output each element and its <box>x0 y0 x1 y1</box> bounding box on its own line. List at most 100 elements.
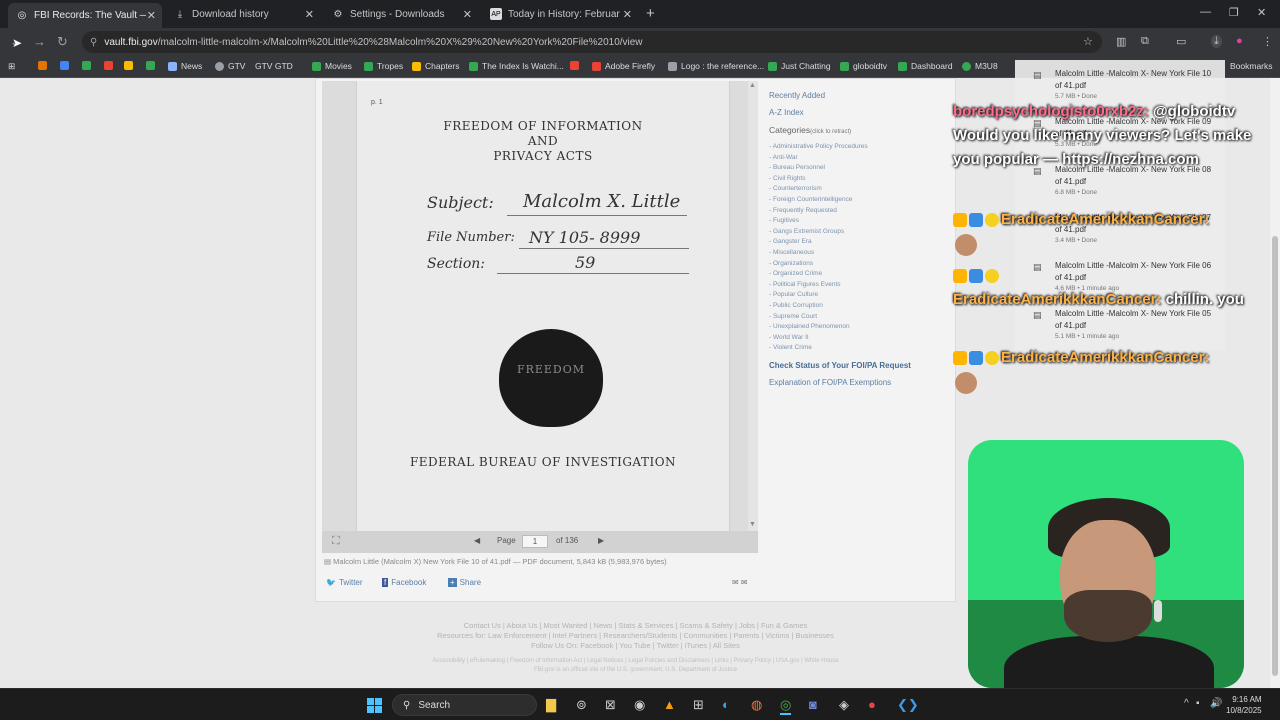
document-info[interactable]: ▤ Malcolm Little (Malcolm X) New York Fi… <box>324 557 667 566</box>
tray-app-icon[interactable]: ▪ <box>1196 698 1200 709</box>
close-icon[interactable]: ✕ <box>147 9 156 22</box>
profile-avatar[interactable]: ● <box>1236 35 1243 47</box>
reload-icon[interactable]: ↻ <box>57 34 68 50</box>
tray-chevron-icon[interactable]: ^ <box>1184 698 1189 709</box>
firefox-icon[interactable]: ◍ <box>751 697 762 713</box>
minimize-icon[interactable]: — <box>1200 6 1211 18</box>
next-page-icon[interactable]: ▶ <box>598 536 604 545</box>
footer-links-1[interactable]: Contact Us | About Us | Most Wanted | Ne… <box>315 621 956 630</box>
footer-links-3[interactable]: Follow Us On: Facebook | You Tube | Twit… <box>315 641 956 650</box>
exemptions-link[interactable]: Explanation of FOI/PA Exemptions <box>769 378 891 387</box>
az-index-link[interactable]: A-Z Index <box>769 108 804 117</box>
category-link[interactable]: - Gangster Era <box>769 238 812 245</box>
close-icon[interactable]: ✕ <box>305 8 314 21</box>
share-link[interactable]: + Share <box>448 578 481 587</box>
speaker-icon[interactable]: 🔊 <box>1210 698 1222 709</box>
bookmark-movies[interactable]: Movies <box>312 61 352 71</box>
bookmark-icon-2[interactable] <box>60 61 73 70</box>
category-link[interactable]: - Fugitives <box>769 217 799 224</box>
tab-settings-downloads[interactable]: ⚙ Settings - Downloads ✕ <box>324 3 478 25</box>
cast-icon[interactable]: ▭ <box>1176 35 1186 48</box>
category-link[interactable]: - Counterterrorism <box>769 185 822 192</box>
category-link[interactable]: - Administrative Policy Procedures <box>769 143 868 150</box>
taskbar-app-icon-3[interactable]: ◉ <box>634 697 645 713</box>
window-close-icon[interactable]: ✕ <box>1257 6 1266 19</box>
taskbar-app-icon-4[interactable]: ⊞ <box>693 697 704 713</box>
category-link[interactable]: - Supreme Court <box>769 313 817 320</box>
category-link[interactable]: - Gangs Extremist Groups <box>769 228 844 235</box>
categories-heading[interactable]: Categories(click to retract) <box>769 125 851 135</box>
tab-today-in-history[interactable]: AP Today in History: February 21, N ✕ <box>482 3 638 25</box>
bookmark-icon-5[interactable] <box>146 61 159 70</box>
bookmark-logo-reference[interactable]: Logo : the reference... <box>668 61 764 71</box>
windows-start-icon[interactable] <box>367 698 382 713</box>
pdf-scrollbar[interactable]: ▲ ▼ <box>748 81 758 531</box>
restore-icon[interactable]: ❐ <box>1229 6 1239 19</box>
bookmark-tropes[interactable]: Tropes <box>364 61 403 71</box>
twitter-share-link[interactable]: 🐦 Twitter <box>326 578 363 587</box>
chrome-icon[interactable]: ◎ <box>780 697 792 715</box>
bookmark-star-icon[interactable]: ☆ <box>1083 35 1093 48</box>
bookmark-adobe-firefly[interactable]: Adobe Firefly <box>592 61 655 71</box>
taskbar-app-icon-5[interactable]: ◈ <box>839 697 849 713</box>
scroll-up-icon[interactable]: ▲ <box>749 82 756 89</box>
fullscreen-icon[interactable]: ⛶ <box>332 535 340 548</box>
reading-list-icon[interactable]: ▥ <box>1116 35 1126 48</box>
category-link[interactable]: - Popular Culture <box>769 291 818 298</box>
footer-links-4[interactable]: Accessibility | eRulemaking | Freedom of… <box>315 658 956 664</box>
address-bar[interactable]: ⚲ vault.fbi.gov/malcolm-little-malcolm-x… <box>82 31 1102 53</box>
bookmark-all-bookmarks[interactable]: Bookmarks <box>1230 61 1273 71</box>
discord-icon[interactable]: ◙ <box>809 697 817 712</box>
recently-added-link[interactable]: Recently Added <box>769 91 825 100</box>
site-info-icon[interactable]: ⚲ <box>90 37 97 48</box>
tab-download-history[interactable]: ⤓ Download history ✕ <box>166 3 320 25</box>
taskbar-app-icon-1[interactable]: ⊚ <box>576 697 587 713</box>
bookmark-chapters[interactable]: Chapters <box>412 61 460 71</box>
category-link[interactable]: - Anti-War <box>769 154 798 161</box>
close-icon[interactable]: ✕ <box>463 8 472 21</box>
email-print-icons[interactable]: ✉ ✉ <box>732 578 748 587</box>
vlc-icon[interactable]: ▲ <box>663 697 676 712</box>
category-link[interactable]: - Foreign Counterintelligence <box>769 196 852 203</box>
category-link[interactable]: - Bureau Personnel <box>769 164 825 171</box>
bookmark-just-chatting[interactable]: Just Chatting <box>768 61 831 71</box>
facebook-share-link[interactable]: f Facebook <box>382 578 426 587</box>
bookmark-icon-4[interactable] <box>124 61 137 70</box>
bookmark-gtv-gtd[interactable]: GTV GTD <box>255 61 293 71</box>
scroll-down-icon[interactable]: ▼ <box>749 521 756 528</box>
bookmark-icon-1[interactable] <box>38 61 51 70</box>
bookmark-icon-3[interactable] <box>82 61 95 70</box>
menu-icon[interactable]: ⋮ <box>1262 35 1273 48</box>
tab-fbi-records[interactable]: ◎ FBI Records: The Vault — Malc ✕ <box>8 3 162 28</box>
downloads-icon[interactable]: ⤓ <box>1211 35 1222 48</box>
bookmark-m3u8[interactable]: M3U8 <box>962 61 998 71</box>
category-link[interactable]: - World War II <box>769 334 809 341</box>
bookmark-icon-6[interactable] <box>570 61 583 70</box>
forward-icon[interactable]: → <box>33 34 46 49</box>
new-tab-icon[interactable]: + <box>646 5 655 22</box>
bookmark-globoidtv[interactable]: globoidtv <box>840 61 887 71</box>
category-link[interactable]: - Political Figures Events <box>769 281 841 288</box>
bookmark-index[interactable]: The Index Is Watchi... <box>469 61 564 71</box>
edge-icon[interactable]: ◐ <box>722 697 730 712</box>
taskbar-app-icon-2[interactable]: ⊠ <box>605 697 616 713</box>
page-number-input[interactable]: 1 <box>522 535 548 548</box>
category-link[interactable]: - Frequently Requested <box>769 207 837 214</box>
apps-icon[interactable]: ⊞ <box>8 61 15 72</box>
extensions-icon[interactable]: ⧉ <box>1141 35 1149 48</box>
close-icon[interactable]: ✕ <box>623 8 632 21</box>
obs-record-icon[interactable]: ● <box>868 697 876 712</box>
vscode-icon[interactable]: ❮❯ <box>897 697 919 713</box>
category-link[interactable]: - Miscellaneous <box>769 249 814 256</box>
check-status-link[interactable]: Check Status of Your FOI/PA Request <box>769 361 911 370</box>
category-link[interactable]: - Organizations <box>769 260 813 267</box>
gmail-icon[interactable] <box>104 61 117 70</box>
file-explorer-icon[interactable]: ▇ <box>546 697 556 713</box>
footer-links-2[interactable]: Resources for: Law Enforcement | Intel P… <box>315 631 956 640</box>
taskbar-search[interactable]: ⚲ Search <box>392 694 537 716</box>
category-link[interactable]: - Unexplained Phenomenon <box>769 323 850 330</box>
bookmark-dashboard[interactable]: Dashboard <box>898 61 953 71</box>
bookmark-gtv[interactable]: GTV <box>215 61 245 71</box>
taskbar-clock[interactable]: 9:16 AM 10/8/2025 <box>1226 694 1262 716</box>
category-link[interactable]: - Public Corruption <box>769 302 823 309</box>
